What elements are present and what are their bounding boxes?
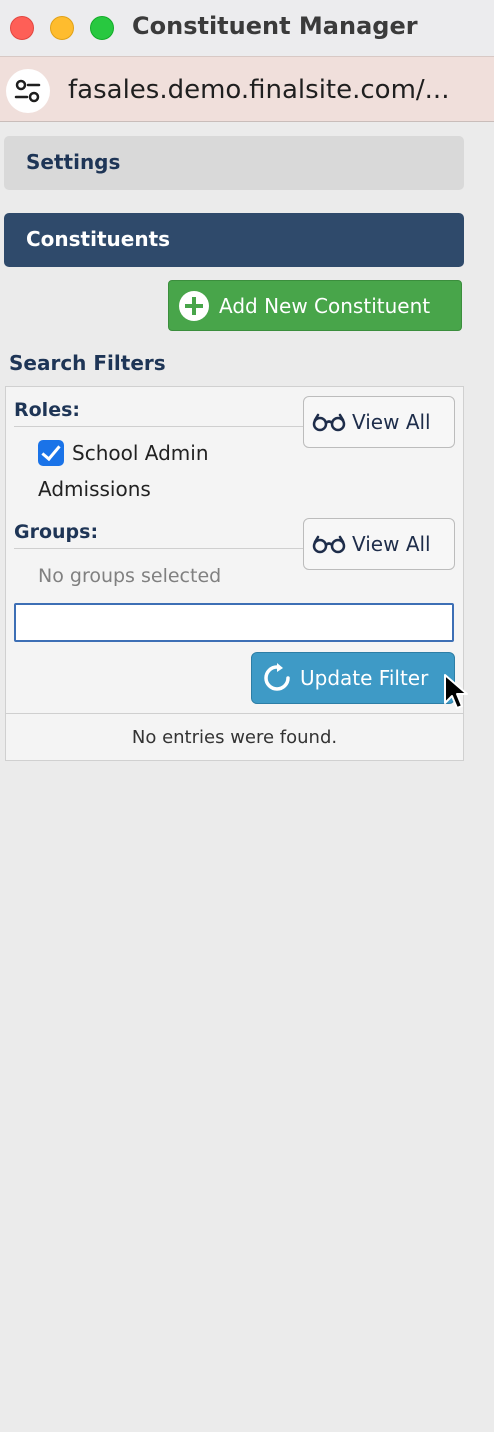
roles-label: Roles: (14, 399, 80, 421)
roles-divider (14, 426, 304, 427)
settings-nav-item[interactable]: Settings (4, 136, 464, 190)
role-name-line1: School Admin (72, 441, 209, 465)
plus-circle-icon (179, 290, 209, 321)
window-title: Constituent Manager (132, 12, 418, 40)
app-window: Constituent Manager fasales.demo.finalsi… (0, 0, 494, 1432)
update-filter-label: Update Filter (300, 666, 429, 690)
role-name-line2: Admissions (38, 477, 151, 501)
title-bar: Constituent Manager (0, 0, 494, 56)
search-filters-heading: Search Filters (9, 351, 166, 375)
school-admin-admissions-checkbox[interactable] (38, 440, 64, 466)
filter-search-input[interactable] (14, 603, 454, 642)
groups-view-all-button[interactable]: View All (303, 518, 455, 570)
site-settings-icon[interactable] (6, 69, 50, 113)
add-new-constituent-label: Add New Constituent (219, 293, 431, 318)
url-bar[interactable]: fasales.demo.finalsite.com/... (0, 56, 494, 122)
no-entries-message: No entries were found. (131, 727, 338, 748)
role-checkbox-row[interactable]: School Admin (38, 440, 209, 466)
no-groups-text: No groups selected (38, 565, 222, 587)
search-filters-panel: Roles: View All School Admin Admissions … (5, 386, 464, 761)
close-window-button[interactable] (10, 16, 34, 40)
main-content: Settings Constituents Add New Constituen… (0, 122, 494, 1432)
results-divider (6, 713, 463, 714)
mouse-cursor-icon (444, 674, 468, 709)
refresh-icon (264, 663, 290, 691)
groups-label: Groups: (14, 521, 99, 543)
maximize-window-button[interactable] (90, 16, 114, 40)
groups-view-all-label: View All (352, 532, 431, 556)
constituents-nav-item[interactable]: Constituents (4, 213, 464, 267)
glasses-icon (312, 535, 346, 554)
url-text[interactable]: fasales.demo.finalsite.com/... (68, 75, 449, 105)
roles-view-all-button[interactable]: View All (303, 396, 455, 448)
glasses-icon (312, 413, 346, 432)
groups-divider (14, 548, 304, 549)
roles-view-all-label: View All (352, 410, 431, 434)
add-new-constituent-button[interactable]: Add New Constituent (168, 280, 462, 331)
update-filter-button[interactable]: Update Filter (251, 652, 455, 704)
minimize-window-button[interactable] (50, 16, 74, 40)
